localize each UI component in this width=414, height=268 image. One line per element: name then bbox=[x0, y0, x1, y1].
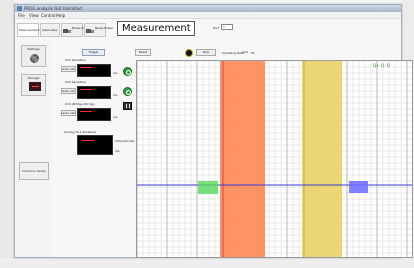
ch3-unit: ms bbox=[113, 115, 118, 119]
sidebar: Settings Storage Common Setup bbox=[16, 41, 51, 257]
zoom-icons[interactable]: Q+ Q- Q bbox=[373, 63, 390, 68]
common-setup-button[interactable]: Common Setup bbox=[19, 162, 49, 180]
sampling-rate-label: Sampling Rate bbox=[222, 51, 244, 55]
ch1-sensitivity-label: Ch1 Sensitive bbox=[65, 58, 86, 62]
tab-row: Measurement Alternates Noise Power Noise… bbox=[17, 20, 397, 40]
menu-help[interactable]: Help bbox=[56, 13, 65, 18]
waveform-plot[interactable] bbox=[136, 60, 413, 258]
menu-bar: File View Control Help bbox=[15, 12, 401, 19]
sampling-rate-value: 1k/s bbox=[242, 50, 249, 54]
marker-green bbox=[198, 181, 218, 194]
marker-blue bbox=[349, 181, 368, 193]
bar-chart-icon[interactable] bbox=[123, 102, 132, 110]
analog-display bbox=[77, 135, 113, 155]
menu-view[interactable]: View bbox=[29, 13, 39, 18]
tab-measurement[interactable]: Measurement bbox=[17, 23, 40, 37]
app-icon bbox=[17, 6, 22, 11]
analog-unit-2: ms bbox=[115, 149, 120, 153]
refresh-icon[interactable] bbox=[123, 87, 132, 96]
truck-icon bbox=[63, 29, 71, 33]
ch1-auto-button[interactable]: auto set bbox=[61, 66, 76, 72]
analog-unit: mV(optional) bbox=[115, 139, 135, 143]
oscilloscope-icon bbox=[29, 82, 41, 91]
desktop-left-edge bbox=[0, 0, 14, 268]
settings-button[interactable]: Settings bbox=[21, 45, 46, 67]
desktop-bottom-edge bbox=[0, 258, 414, 268]
ch2-auto-button[interactable]: auto set bbox=[61, 88, 76, 94]
truck-icon bbox=[86, 29, 94, 33]
band-yellow bbox=[302, 61, 342, 257]
ch2-sensitivity-label: Ch2 Sensitive bbox=[65, 80, 86, 84]
tab-noise-power-2[interactable]: Noise Power bbox=[84, 23, 113, 37]
title-bar[interactable]: PROG analysis GUI Unlimited bbox=[15, 5, 401, 12]
menu-file[interactable]: File bbox=[18, 13, 25, 18]
analog-ch1-label: Analog Ch1 Sensitive bbox=[64, 130, 96, 134]
ch3-display bbox=[77, 108, 111, 121]
tab-alternates[interactable]: Alternates bbox=[40, 23, 60, 37]
app-window: PROG analysis GUI Unlimited File View Co… bbox=[14, 4, 413, 258]
ch2-unit: ms bbox=[113, 93, 118, 97]
reset-button[interactable]: Reset bbox=[135, 49, 151, 56]
port-label: Port bbox=[213, 26, 219, 30]
trigger-button[interactable]: Trigger bbox=[82, 49, 105, 56]
storage-button[interactable]: Storage bbox=[21, 74, 46, 96]
stop-button[interactable]: Stop bbox=[196, 49, 216, 56]
sampling-rate-unit: Hz bbox=[251, 51, 255, 55]
port-select[interactable]: 1 bbox=[221, 24, 233, 30]
ch3-sensitivity-label: Ch3 (Bridge Wiring) bbox=[65, 102, 95, 106]
ch1-display bbox=[77, 64, 111, 77]
menu-control[interactable]: Control bbox=[41, 13, 55, 18]
page-title: Measurement bbox=[117, 21, 195, 36]
ch1-unit: ms bbox=[113, 71, 118, 75]
gear-icon bbox=[30, 54, 39, 63]
tab-noise-power-1[interactable]: Noise Power bbox=[61, 23, 90, 37]
window-title: PROG analysis GUI Unlimited bbox=[24, 6, 82, 11]
refresh-icon[interactable] bbox=[123, 67, 132, 76]
status-led bbox=[185, 49, 193, 57]
ch2-display bbox=[77, 86, 111, 99]
ch3-auto-button[interactable]: auto set bbox=[61, 110, 76, 116]
band-orange bbox=[220, 61, 265, 257]
plot-canvas bbox=[137, 61, 412, 257]
